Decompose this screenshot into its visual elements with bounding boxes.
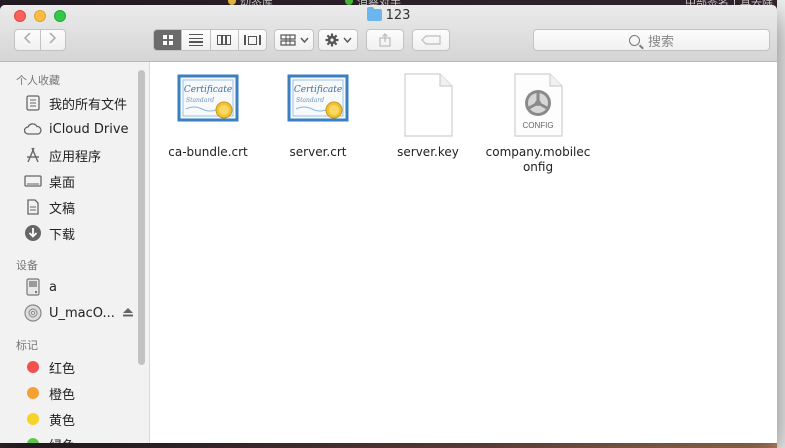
sidebar-item-label: 桌面 — [49, 175, 76, 191]
chevron-right-icon — [49, 32, 56, 44]
arrange-grid-icon — [279, 34, 296, 46]
file-browser-content: Certificate Standard ca-bundle.crt Certi… — [150, 62, 777, 443]
sidebar-item-downloads[interactable]: 下载 — [24, 222, 75, 244]
sidebar-item-label: 绿色 — [49, 435, 75, 444]
file-item-server-key[interactable]: server.key — [372, 73, 484, 160]
disk-icon — [24, 278, 42, 296]
sidebar-item-tag-red[interactable]: 红色 — [24, 356, 75, 378]
desktop-edge — [777, 0, 785, 448]
svg-text:Certificate: Certificate — [184, 85, 232, 95]
devices-section-title: 设备 — [16, 259, 38, 272]
folder-icon — [366, 7, 382, 21]
config-file-icon: CONFIG — [506, 73, 570, 137]
sidebar-item-label: 应用程序 — [49, 149, 102, 165]
list-view-button[interactable] — [181, 30, 209, 50]
sidebar: 个人收藏 我的所有文件 iCloud Drive 应用程序 桌面 文稿 下载 设… — [0, 62, 150, 443]
svg-text:Standard: Standard — [296, 97, 324, 104]
sidebar-item-label: 下载 — [49, 227, 76, 243]
sidebar-item-label: 黄色 — [49, 413, 76, 429]
search-placeholder: 搜索 — [647, 34, 674, 50]
green-tag-dot-icon — [24, 435, 42, 443]
sidebar-scrollbar[interactable] — [138, 70, 145, 365]
back-button[interactable] — [15, 32, 40, 48]
sidebar-item-label: a — [49, 279, 57, 295]
sidebar-item-label: U_macO... — [49, 305, 115, 321]
tag-icon — [421, 35, 441, 45]
svg-text:Standard: Standard — [186, 97, 214, 104]
chevron-down-icon — [299, 37, 309, 43]
config-badge-text: CONFIG — [522, 121, 554, 130]
file-name: ca-bundle.crt — [168, 145, 248, 159]
sidebar-item-label: 红色 — [49, 361, 76, 377]
search-icon — [628, 34, 640, 46]
certificate-icon: Certificate Standard — [176, 73, 240, 137]
orange-tag-dot-icon — [24, 384, 42, 402]
documents-icon — [24, 198, 42, 216]
sidebar-item-u-macos[interactable]: U_macO... — [24, 302, 133, 324]
file-item-server-crt[interactable]: Certificate Standard server.crt — [262, 73, 374, 160]
file-name: company.mobilec onfig — [482, 145, 594, 175]
certificate-icon: Certificate Standard — [286, 73, 350, 137]
coverflow-icon — [243, 35, 261, 45]
sidebar-item-icloud-drive[interactable]: iCloud Drive — [24, 118, 129, 140]
download-icon — [24, 224, 42, 242]
share-button[interactable] — [366, 29, 404, 51]
window-title-text: 123 — [385, 8, 411, 23]
sidebar-item-label: 文稿 — [49, 201, 76, 217]
cloud-icon — [24, 120, 42, 138]
sidebar-item-label: iCloud Drive — [49, 121, 129, 137]
desktop-icon — [24, 172, 42, 190]
view-mode-group — [153, 29, 267, 51]
file-item-ca-bundle[interactable]: Certificate Standard ca-bundle.crt — [152, 73, 264, 160]
share-icon — [379, 33, 391, 47]
arrange-button[interactable] — [274, 29, 314, 51]
red-tag-dot-icon — [24, 358, 42, 376]
file-name: server.key — [397, 145, 459, 159]
file-name-line-2: onfig — [522, 160, 554, 174]
window-title: 123 — [0, 7, 777, 23]
tags-section-title: 标记 — [16, 339, 38, 352]
sidebar-item-documents[interactable]: 文稿 — [24, 196, 75, 218]
column-view-button[interactable] — [209, 30, 238, 50]
sidebar-item-desktop[interactable]: 桌面 — [24, 170, 75, 192]
list-icon — [188, 34, 203, 46]
icon-grid-icon — [162, 35, 173, 45]
file-name: server.crt — [289, 145, 347, 159]
coverflow-view-button[interactable] — [237, 30, 266, 50]
file-name-line-1: company.mobilec — [485, 145, 591, 159]
optical-disk-icon — [24, 304, 42, 322]
svg-text:Certificate: Certificate — [294, 85, 342, 95]
sidebar-item-all-files[interactable]: 我的所有文件 — [24, 92, 127, 114]
sidebar-item-tag-orange[interactable]: 橙色 — [24, 382, 75, 404]
columns-icon — [217, 35, 232, 45]
blank-document-icon — [396, 73, 460, 137]
chevron-left-icon — [24, 32, 31, 44]
gear-icon — [325, 33, 338, 47]
search-field[interactable]: 搜索 — [533, 29, 770, 51]
navigation-group — [14, 29, 66, 51]
tag-button[interactable] — [412, 29, 450, 51]
all-files-icon — [24, 94, 42, 112]
sidebar-item-label: 我的所有文件 — [49, 97, 128, 113]
favorites-section-title: 个人收藏 — [16, 74, 60, 87]
yellow-tag-dot-icon — [24, 410, 42, 428]
sidebar-item-label: 橙色 — [49, 387, 76, 403]
sidebar-item-tag-green[interactable]: 绿色 — [24, 433, 75, 443]
action-button[interactable] — [318, 29, 358, 51]
sidebar-item-tag-yellow[interactable]: 黄色 — [24, 408, 75, 430]
applications-icon — [24, 146, 42, 164]
icon-view-button[interactable] — [154, 30, 182, 50]
title-bar: 123 搜索 — [0, 5, 777, 62]
eject-icon[interactable] — [122, 306, 133, 321]
finder-window: 123 搜索 个人收藏 我的所有文件 iCloud Drive 应用程序 桌面 … — [0, 5, 777, 443]
sidebar-item-disk-a[interactable]: a — [24, 276, 57, 298]
file-item-company-mobileconfig[interactable]: CONFIG company.mobilec onfig — [482, 73, 594, 175]
chevron-down-icon — [342, 37, 352, 43]
sidebar-item-applications[interactable]: 应用程序 — [24, 144, 101, 166]
forward-button[interactable] — [41, 32, 66, 48]
